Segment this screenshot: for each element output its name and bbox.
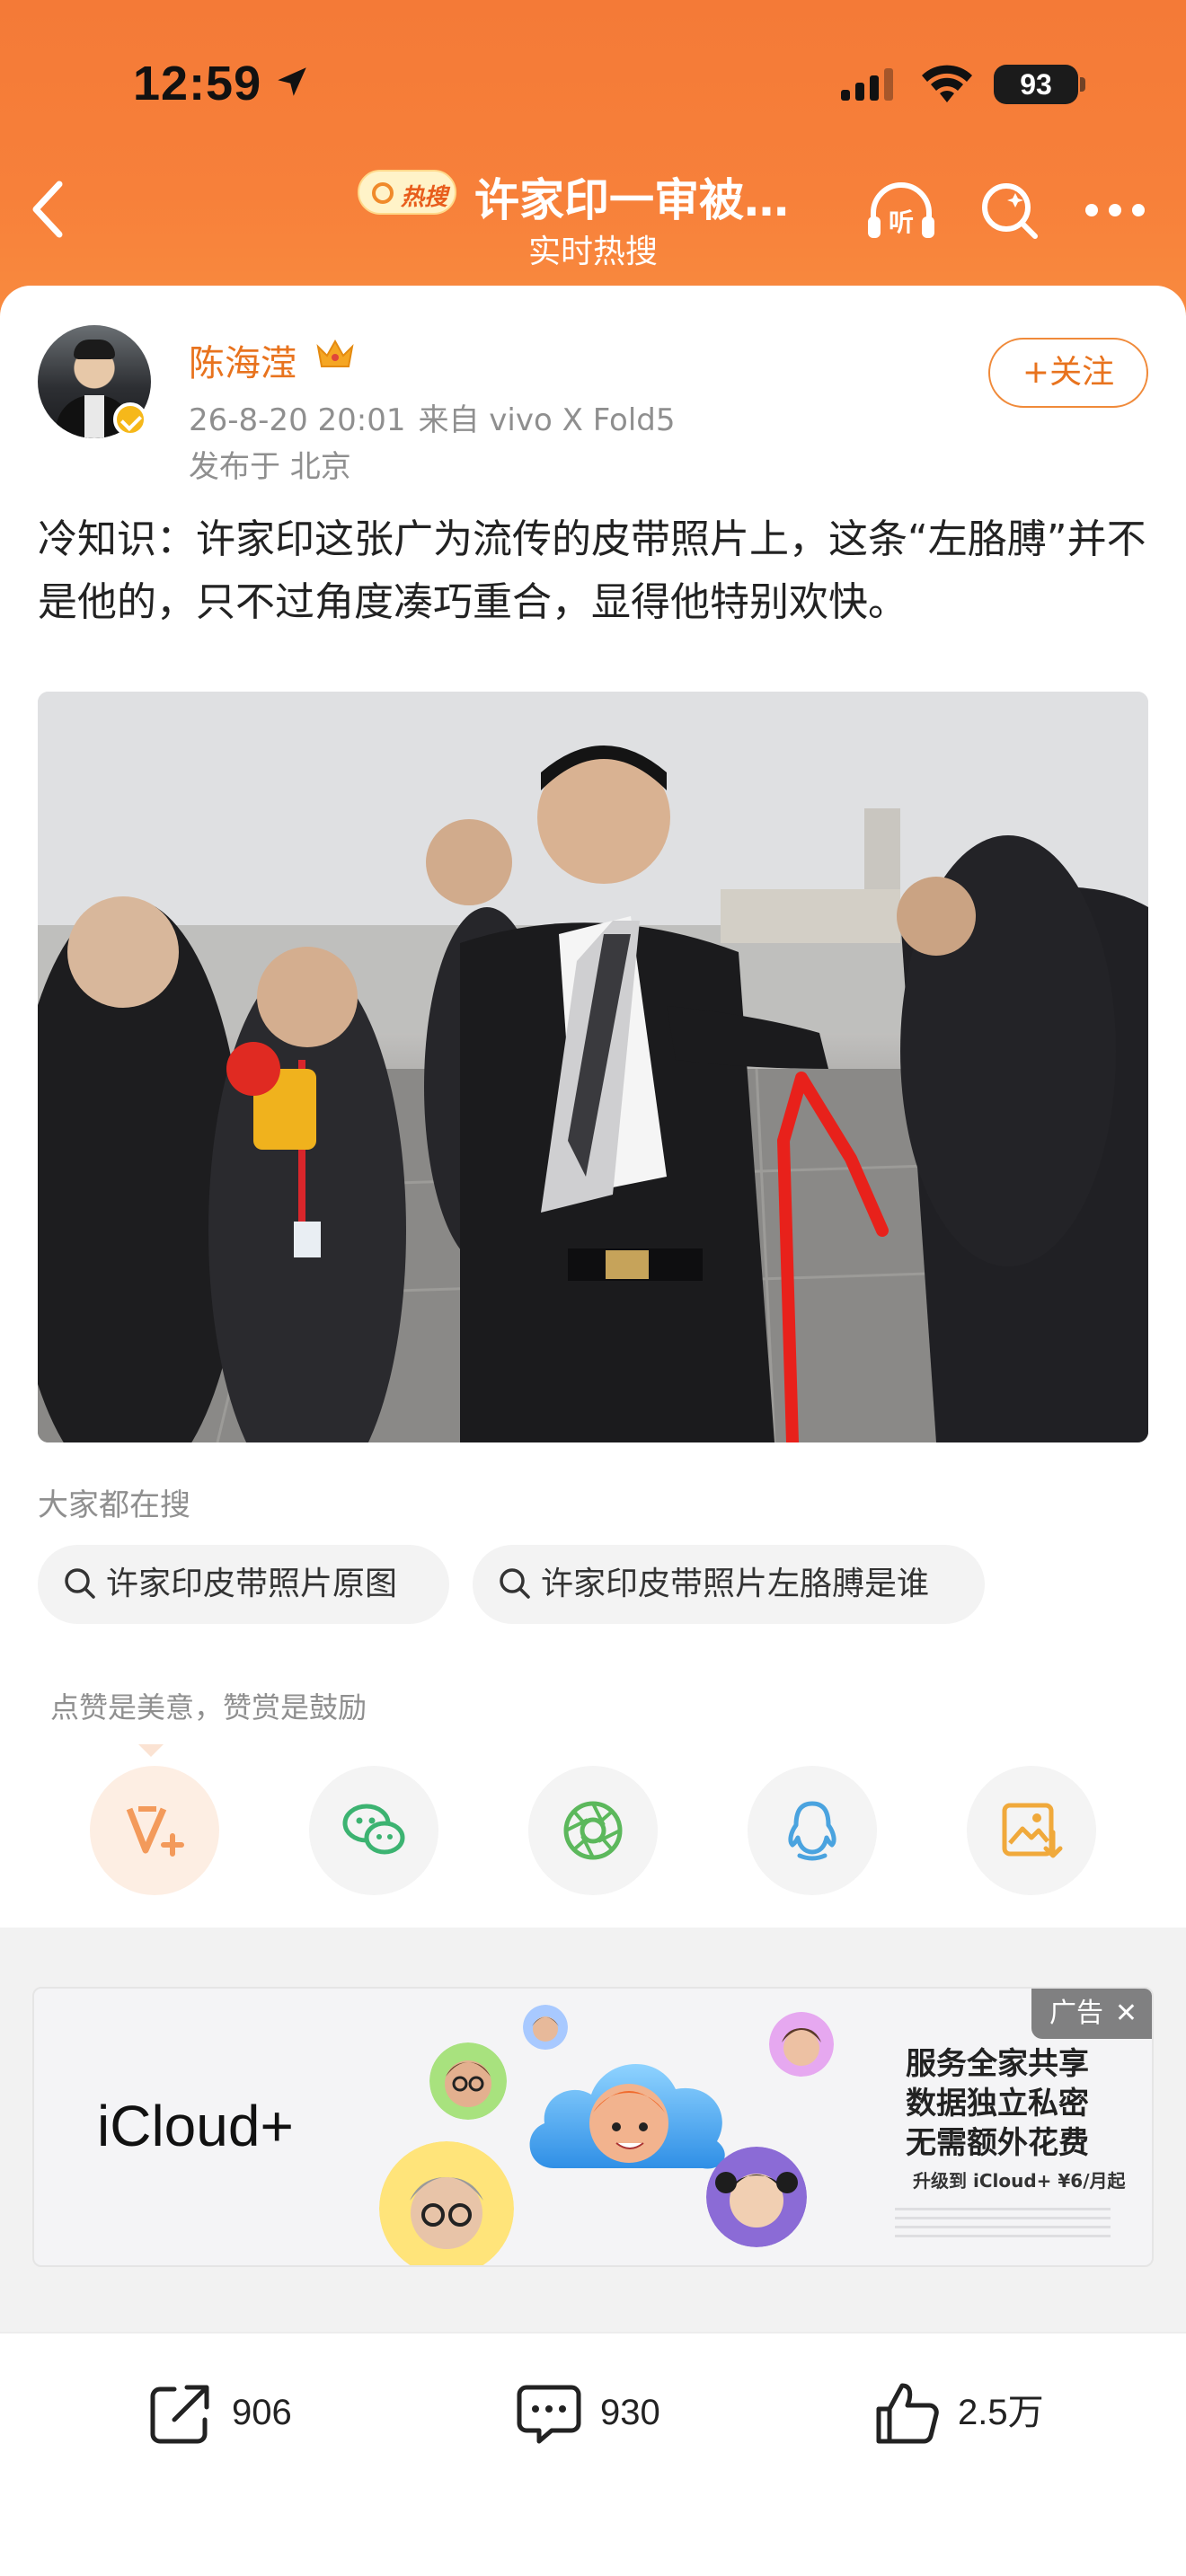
status-bar: 12:59 93 [0,56,1186,119]
ad-brand: iCloud+ [97,2094,294,2158]
reward-v-icon [126,1806,184,1857]
memoji-icon [769,2012,834,2077]
related-search-chip-label: 许家印皮带照片原图 [106,1566,398,1602]
follow-button[interactable]: +关注 [988,338,1148,408]
hot-search-badge: 热搜 [358,170,456,215]
wechat-icon [342,1804,405,1855]
post-text: 冷知识：许家印这张广为流传的皮带照片上，这条“左胳膊”并不是他的，只不过角度凑巧… [38,516,1146,625]
repost-icon [150,2385,209,2444]
post-timestamp: 26-8-20 20:01 [189,402,406,438]
nav-bar: 热搜 许家印一审被… 实时热搜 听 [0,157,1186,283]
repost-button[interactable]: 906 [147,2377,345,2448]
author-name[interactable]: 陈海滢 [189,334,296,386]
like-count: 2.5万 [958,2393,1044,2432]
ad-banner[interactable]: iCloud+ 服务全家共享 数据独立私密 无需额外花费 升级到 iCloud+… [32,1987,1154,2267]
memoji-icon [706,2147,807,2247]
wifi-icon [922,65,972,102]
battery-indicator: 93 [994,65,1078,104]
ad-close-tag[interactable]: 广告 ✕ [1031,1989,1152,2039]
comment-count: 930 [600,2393,660,2432]
thumbs-up-icon [876,2383,939,2444]
listen-icon[interactable]: 听 [864,179,938,245]
memoji-icon [379,2141,514,2265]
avatar-hair [74,340,115,359]
search-icon [500,1568,530,1599]
svg-text:听: 听 [889,207,914,237]
post-card: 陈海滢 26-8-20 20:01 来自 vivo X Fold5 发布于 北京 … [0,286,1186,1928]
ad-headline-2: 数据独立私密 [906,2086,1089,2122]
post-photo[interactable] [38,692,1148,1442]
location-arrow-icon [278,67,306,96]
reward-tip-label: 点赞是美意，赞赏是鼓励 [50,1690,367,1725]
cellular-signal-icon [841,68,893,101]
post-meta: 26-8-20 20:01 来自 vivo X Fold5 [189,395,676,439]
avatar-shirt [84,395,104,438]
ad-label: 广告 [1049,1998,1103,2029]
ad-price-line: 升级到 iCloud+ ¥6/月起 [913,2170,1126,2192]
share-qq-button[interactable] [748,1766,877,1895]
ad-headline-3: 无需额外花费 [906,2125,1089,2161]
close-icon[interactable]: ✕ [1115,1989,1137,2039]
crown-icon [316,339,354,367]
post-location: 发布于 北京 [189,449,351,485]
related-search-chip-label: 许家印皮带照片左胳膊是谁 [541,1566,930,1602]
photo-illustration [38,692,1148,1442]
share-wechat-button[interactable] [309,1766,438,1895]
battery-tip [1080,77,1085,92]
moments-icon [563,1801,623,1860]
share-moments-button[interactable] [528,1766,658,1895]
reward-button[interactable] [90,1766,219,1895]
action-bar: 906 930 2.5万 [0,2332,1186,2576]
related-search-chip[interactable]: 许家印皮带照片左胳膊是谁 [473,1545,985,1624]
icloud-icon [529,2064,725,2169]
tip-arrow [138,1744,164,1757]
memoji-icon [523,2005,568,2050]
more-icon[interactable] [1084,202,1146,218]
comment-button[interactable]: 930 [516,2377,713,2448]
search-icon [65,1568,95,1599]
qq-icon [788,1801,836,1861]
save-image-button[interactable] [967,1766,1096,1895]
repost-count: 906 [232,2393,292,2432]
related-search-label: 大家都在搜 [38,1487,190,1523]
page-title: 许家印一审被… [474,174,789,226]
search-icon[interactable] [979,181,1039,240]
post-source: 来自 vivo X Fold5 [418,402,676,438]
search-mini-icon [372,182,394,204]
save-image-icon [1002,1803,1063,1858]
memoji-icon [429,2042,507,2120]
verified-icon [113,402,147,437]
hot-badge-label: 热搜 [401,184,448,211]
related-search-chip[interactable]: 许家印皮带照片原图 [38,1545,449,1624]
ad-headline-1: 服务全家共享 [906,2046,1089,2082]
ad-fine-print [895,2208,1111,2238]
comment-icon [517,2385,581,2444]
like-button[interactable]: 2.5万 [873,2377,1107,2448]
status-time: 12:59 [133,57,262,110]
header: 12:59 93 热搜 许家印一审被… 实时热搜 听 [0,0,1186,323]
